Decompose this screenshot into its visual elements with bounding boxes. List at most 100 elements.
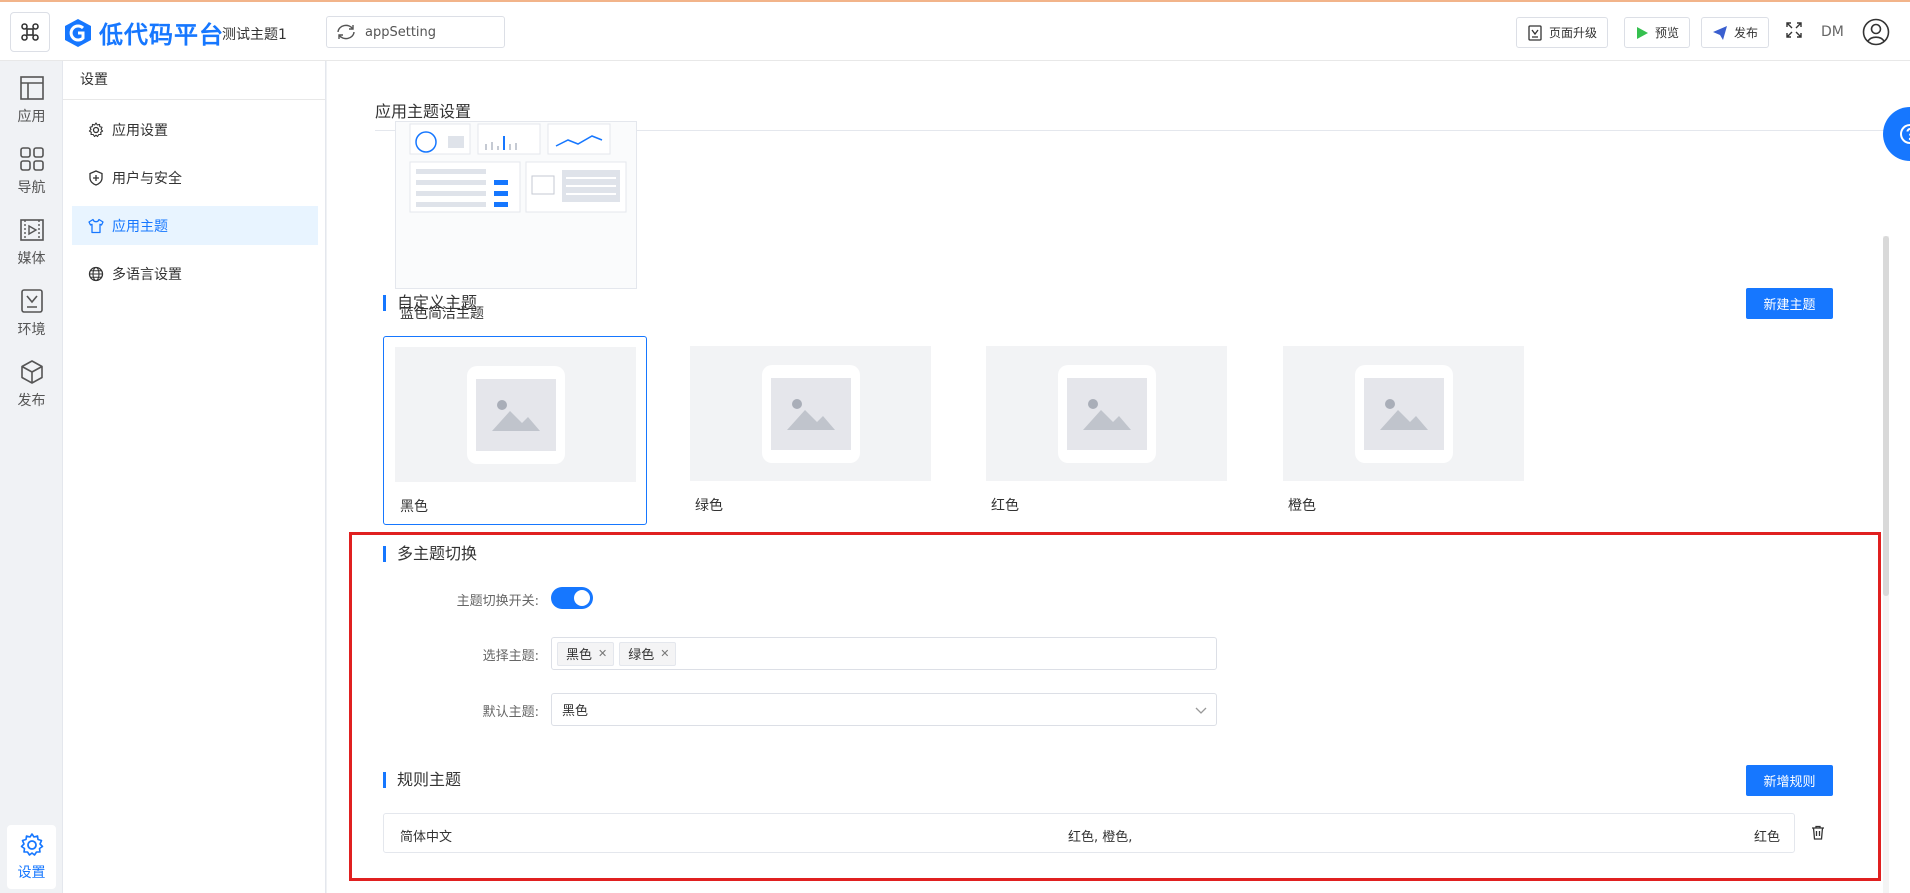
switch-icon bbox=[337, 24, 355, 40]
theme-thumbnail bbox=[1283, 346, 1524, 481]
sidebar-item-app-settings[interactable]: 应用设置 bbox=[72, 110, 318, 149]
rail-item-env[interactable]: 环境 bbox=[0, 282, 63, 344]
app-selector-value: appSetting bbox=[365, 24, 437, 40]
rail-label-media: 媒体 bbox=[17, 251, 46, 267]
rail-item-app[interactable]: 应用 bbox=[0, 69, 63, 131]
theme-name: 绿色 bbox=[695, 498, 723, 514]
main-content: 应用主题设置 蓝色简洁主题 自定义主题 新建主题 黑色 绿色 红色 橙色 多主题… bbox=[327, 61, 1910, 893]
page-upgrade-label: 页面升级 bbox=[1549, 26, 1598, 40]
fullscreen-icon[interactable] bbox=[1786, 22, 1802, 42]
sidebar-item-user-security[interactable]: 用户与安全 bbox=[72, 158, 318, 197]
sidebar-item-label: 应用主题 bbox=[112, 218, 168, 235]
user-avatar-icon[interactable] bbox=[1862, 18, 1890, 50]
rail-label-env: 环境 bbox=[17, 322, 46, 338]
rail-label-nav: 导航 bbox=[17, 180, 46, 196]
page-title: 应用主题设置 bbox=[375, 102, 472, 121]
play-icon bbox=[1637, 26, 1648, 39]
theme-multiselect[interactable]: 黑色 ✕ 绿色 ✕ bbox=[551, 637, 1217, 670]
tag-label: 黑色 bbox=[566, 648, 593, 663]
app-layout-icon bbox=[19, 76, 44, 100]
rule-default-theme: 红色 bbox=[1754, 830, 1781, 845]
gear-icon bbox=[88, 121, 104, 137]
brand-logo[interactable]: 低代码平台 bbox=[63, 15, 224, 50]
gear-icon bbox=[20, 833, 43, 856]
rule-language: 简体中文 bbox=[400, 830, 453, 845]
send-icon bbox=[1713, 25, 1727, 40]
rule-row[interactable]: 简体中文 红色, 橙色, 红色 bbox=[383, 813, 1795, 853]
logo-text: 低代码平台 bbox=[99, 21, 224, 49]
publish-label: 发布 bbox=[1734, 26, 1759, 40]
shirt-icon bbox=[88, 218, 104, 233]
toggle-knob bbox=[574, 590, 590, 606]
select-theme-label: 选择主题: bbox=[482, 649, 539, 664]
selected-tag: 绿色 ✕ bbox=[619, 641, 677, 666]
cube-icon bbox=[20, 360, 43, 384]
shield-icon bbox=[89, 169, 103, 186]
theme-card-black[interactable]: 黑色 bbox=[383, 336, 647, 525]
sidebar-item-i18n[interactable]: 多语言设置 bbox=[72, 254, 318, 293]
preview-label: 预览 bbox=[1655, 26, 1680, 40]
rule-themes: 红色, 橙色, bbox=[1068, 830, 1133, 845]
help-icon bbox=[1900, 124, 1910, 144]
tag-close-icon[interactable]: ✕ bbox=[660, 647, 669, 660]
rail-item-media[interactable]: 媒体 bbox=[0, 211, 63, 273]
new-theme-button[interactable]: 新建主题 bbox=[1746, 288, 1833, 319]
sidebar-item-label: 应用设置 bbox=[112, 122, 168, 139]
selected-tag: 黑色 ✕ bbox=[557, 641, 615, 666]
settings-sidebar: 设置 应用设置 用户与安全 应用主题 多语言设置 bbox=[63, 61, 326, 893]
theme-name: 红色 bbox=[991, 498, 1019, 514]
theme-card-red[interactable]: 红色 bbox=[975, 336, 1239, 525]
theme-name: 橙色 bbox=[1288, 498, 1316, 514]
theme-switch-label: 主题切换开关: bbox=[456, 594, 539, 609]
user-initials: DM bbox=[1821, 24, 1844, 40]
page-upgrade-button[interactable]: 页面升级 bbox=[1516, 17, 1609, 48]
tag-label: 绿色 bbox=[628, 648, 655, 663]
rail-label-settings: 设置 bbox=[17, 865, 46, 881]
theme-card-orange[interactable]: 橙色 bbox=[1272, 336, 1536, 525]
app-launcher-icon[interactable] bbox=[10, 12, 50, 52]
scrollbar-thumb[interactable] bbox=[1883, 236, 1889, 596]
sidebar-item-app-theme[interactable]: 应用主题 bbox=[72, 206, 318, 245]
delete-rule-icon[interactable] bbox=[1811, 825, 1825, 844]
chevron-down-icon bbox=[1195, 707, 1207, 714]
sidebar-title: 设置 bbox=[63, 61, 325, 100]
custom-theme-title: 自定义主题 bbox=[383, 295, 477, 311]
theme-preview-illustration bbox=[409, 123, 627, 213]
rail-item-settings[interactable]: 设置 bbox=[7, 825, 56, 889]
preview-button[interactable]: 预览 bbox=[1624, 17, 1691, 48]
add-rule-button[interactable]: 新增规则 bbox=[1746, 765, 1833, 796]
image-placeholder-icon bbox=[786, 398, 835, 430]
app-selector[interactable]: appSetting bbox=[326, 16, 505, 48]
help-float-button[interactable] bbox=[1883, 107, 1910, 161]
media-icon bbox=[19, 219, 44, 241]
image-placeholder-icon bbox=[1379, 398, 1428, 430]
image-placeholder-icon bbox=[491, 399, 540, 431]
preset-theme-card[interactable] bbox=[395, 121, 637, 289]
rail-label-publish: 发布 bbox=[17, 393, 46, 409]
globe-icon bbox=[88, 266, 104, 281]
default-theme-value: 黑色 bbox=[562, 704, 589, 719]
default-theme-select[interactable]: 黑色 bbox=[551, 693, 1217, 726]
sidebar-item-label: 用户与安全 bbox=[112, 170, 182, 187]
env-icon bbox=[20, 289, 43, 313]
theme-switch-toggle[interactable] bbox=[551, 587, 593, 609]
rail-item-nav[interactable]: 导航 bbox=[0, 140, 63, 202]
multi-theme-title: 多主题切换 bbox=[383, 546, 477, 562]
logo-icon bbox=[65, 18, 91, 47]
project-name: 测试主题1 bbox=[222, 27, 287, 43]
theme-thumbnail bbox=[395, 347, 636, 482]
nav-grid-icon bbox=[19, 147, 44, 171]
rail-label-app: 应用 bbox=[17, 109, 46, 125]
rule-theme-title: 规则主题 bbox=[383, 772, 461, 788]
left-rail: 应用 导航 媒体 环境 发布 设置 bbox=[0, 61, 63, 893]
tag-close-icon[interactable]: ✕ bbox=[598, 647, 607, 660]
command-icon bbox=[21, 23, 39, 41]
theme-thumbnail bbox=[986, 346, 1227, 481]
theme-name: 黑色 bbox=[400, 499, 428, 515]
theme-thumbnail bbox=[690, 346, 931, 481]
theme-card-green[interactable]: 绿色 bbox=[679, 336, 943, 525]
default-theme-label: 默认主题: bbox=[482, 705, 539, 720]
publish-button[interactable]: 发布 bbox=[1701, 17, 1770, 48]
rail-item-publish[interactable]: 发布 bbox=[0, 353, 63, 415]
sidebar-item-label: 多语言设置 bbox=[112, 266, 182, 283]
